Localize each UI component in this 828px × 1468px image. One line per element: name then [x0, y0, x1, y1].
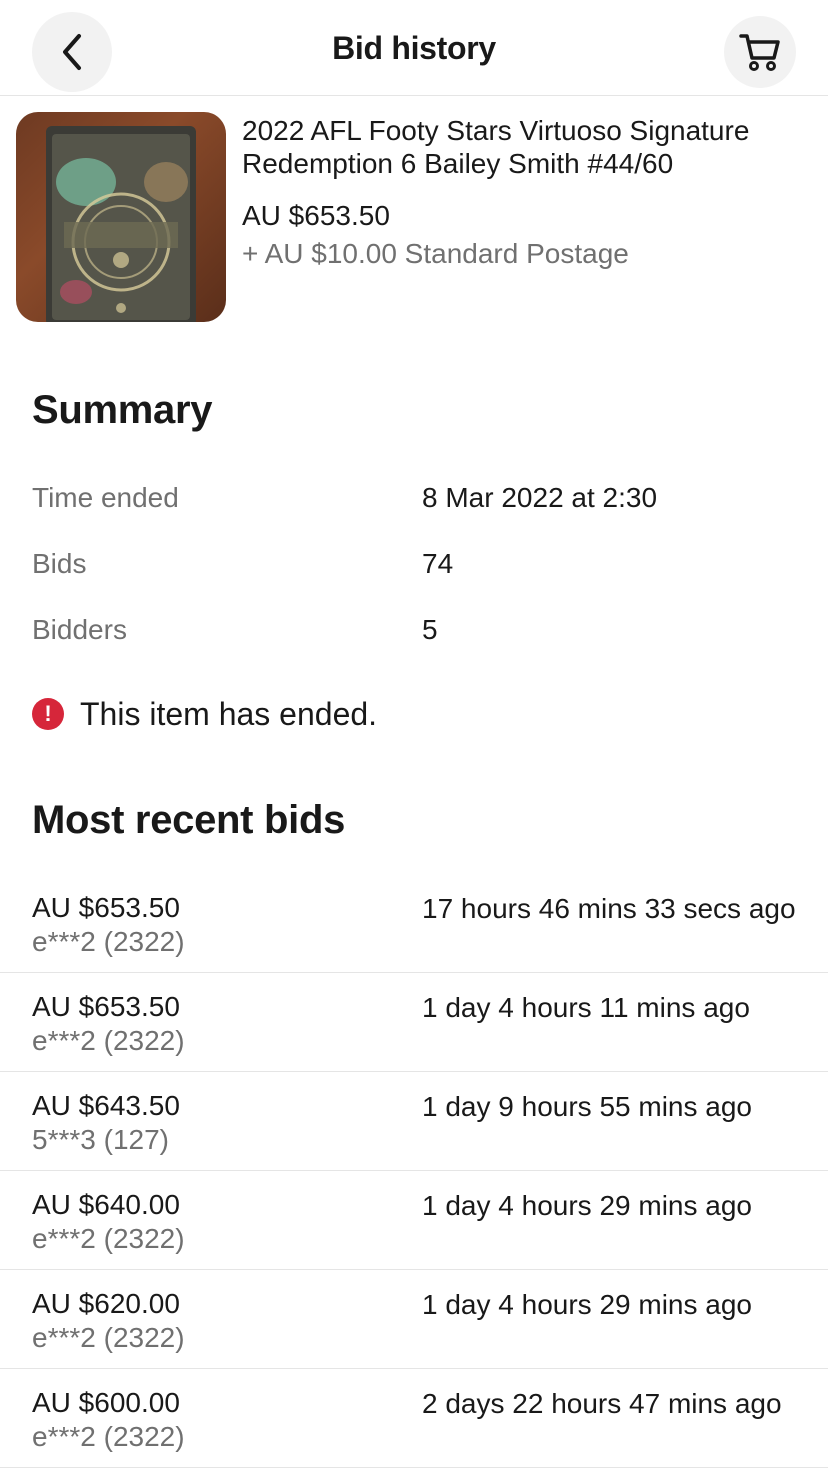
summary-value: 8 Mar 2022 at 2:30	[422, 482, 658, 513]
summary-label: Bids	[32, 548, 87, 579]
summary-value: 5	[422, 614, 438, 645]
bid-amount: AU $620.00	[32, 1288, 180, 1319]
bid-time: 1 day 4 hours 29 mins ago	[422, 1190, 752, 1221]
bids-list: AU $653.50 e***2 (2322) 17 hours 46 mins…	[0, 874, 828, 1468]
alert-text: This item has ended.	[80, 695, 378, 732]
bid-amount: AU $600.00	[32, 1387, 180, 1418]
item-postage: + AU $10.00 Standard Postage	[242, 238, 629, 269]
bid-time: 1 day 9 hours 55 mins ago	[422, 1091, 752, 1122]
summary-heading: Summary	[32, 388, 213, 432]
bid-amount: AU $653.50	[32, 991, 180, 1022]
item-image[interactable]	[16, 112, 226, 322]
bid-bidder: e***2 (2322)	[32, 1223, 185, 1254]
bid-time: 1 day 4 hours 11 mins ago	[422, 992, 750, 1023]
bid-row: AU $640.00 e***2 (2322) 1 day 4 hours 29…	[0, 1171, 828, 1270]
app-header: Bid history	[0, 0, 828, 96]
bid-row: AU $600.00 e***2 (2322) 2 days 22 hours …	[0, 1369, 828, 1468]
recent-bids-heading: Most recent bids	[32, 798, 346, 842]
bid-bidder: e***2 (2322)	[32, 926, 185, 957]
bid-time: 1 day 4 hours 29 mins ago	[422, 1289, 752, 1320]
bid-amount: AU $640.00	[32, 1189, 180, 1220]
item-card[interactable]: 2022 AFL Footy Stars Virtuoso Signature …	[16, 112, 816, 324]
item-title[interactable]: 2022 AFL Footy Stars Virtuoso Signature …	[242, 114, 812, 180]
bid-bidder: e***2 (2322)	[32, 1025, 185, 1056]
bid-row: AU $643.50 5***3 (127) 1 day 9 hours 55 …	[0, 1072, 828, 1171]
bid-amount: AU $643.50	[32, 1090, 180, 1121]
item-price: AU $653.50	[242, 200, 390, 231]
summary-row-bidders: Bidders 5	[32, 614, 812, 654]
summary-row-bids: Bids 74	[32, 548, 812, 588]
summary-row-time-ended: Time ended 8 Mar 2022 at 2:30	[32, 482, 812, 522]
summary-label: Time ended	[32, 482, 179, 513]
summary-value: 74	[422, 548, 454, 579]
bid-time: 17 hours 46 mins 33 secs ago	[422, 893, 796, 924]
bid-bidder: 5***3 (127)	[32, 1124, 169, 1155]
cart-icon	[739, 34, 780, 71]
bid-row: AU $653.50 e***2 (2322) 17 hours 46 mins…	[0, 874, 828, 973]
bid-bidder: e***2 (2322)	[32, 1322, 185, 1353]
bid-time: 2 days 22 hours 47 mins ago	[422, 1388, 782, 1419]
bid-bidder: e***2 (2322)	[32, 1421, 185, 1452]
bid-row: AU $620.00 e***2 (2322) 1 day 4 hours 29…	[0, 1270, 828, 1369]
bid-row: AU $653.50 e***2 (2322) 1 day 4 hours 11…	[0, 973, 828, 1072]
ended-alert: ! This item has ended.	[32, 694, 377, 734]
cart-button[interactable]	[724, 16, 796, 88]
alert-icon: !	[32, 698, 64, 730]
page-title: Bid history	[332, 30, 496, 66]
bid-amount: AU $653.50	[32, 892, 180, 923]
summary-label: Bidders	[32, 614, 127, 645]
